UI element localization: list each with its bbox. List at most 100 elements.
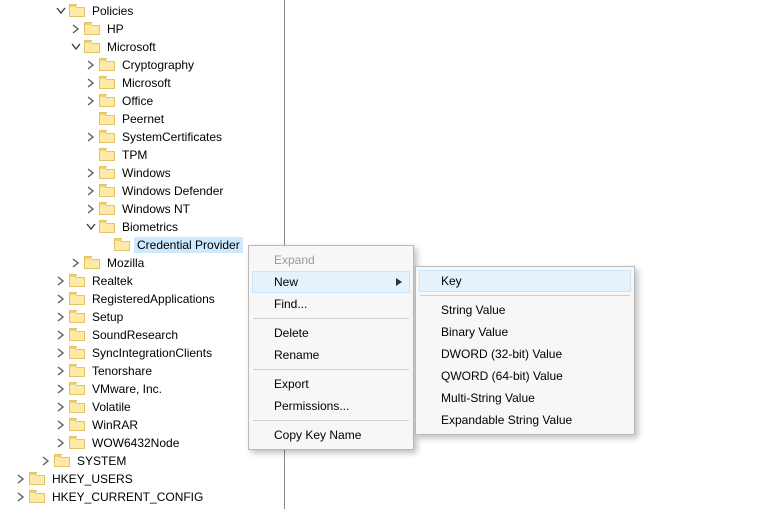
tree-node[interactable]: TPM [0,146,284,164]
tree-node-label[interactable]: Office [119,93,156,109]
menu-delete[interactable]: Delete [252,322,410,344]
tree-node[interactable]: Tenorshare [0,362,284,380]
tree-node-label[interactable]: SyncIntegrationClients [89,345,215,361]
chevron-right-icon[interactable] [55,293,67,305]
tree-node-label[interactable]: SoundResearch [89,327,181,343]
submenu-binary[interactable]: Binary Value [419,321,631,343]
tree-node-label[interactable]: RegisteredApplications [89,291,218,307]
tree-node-label[interactable]: Cryptography [119,57,197,73]
tree-node[interactable]: SystemCertificates [0,128,284,146]
tree-node[interactable]: Windows [0,164,284,182]
tree-node[interactable]: Windows NT [0,200,284,218]
tree-node-label[interactable]: HP [104,21,127,37]
tree-node-label[interactable]: SYSTEM [74,453,129,469]
tree-indent [0,452,40,470]
tree-node-label[interactable]: Microsoft [119,75,174,91]
submenu-expand[interactable]: Expandable String Value [419,409,631,431]
tree-node[interactable]: HKEY_USERS [0,470,284,488]
chevron-right-icon[interactable] [70,23,82,35]
tree-node-label[interactable]: Volatile [89,399,134,415]
menu-rename[interactable]: Rename [252,344,410,366]
tree-node[interactable]: SyncIntegrationClients [0,344,284,362]
tree-node-label[interactable]: Peernet [119,111,167,127]
chevron-right-icon[interactable] [85,203,97,215]
submenu-string[interactable]: String Value [419,299,631,321]
tree-node[interactable]: WOW6432Node [0,434,284,452]
tree-node[interactable]: Office [0,92,284,110]
submenu-dword[interactable]: DWORD (32-bit) Value [419,343,631,365]
chevron-right-icon[interactable] [55,383,67,395]
tree-node-label[interactable]: Windows [119,165,174,181]
tree-node[interactable]: Cryptography [0,56,284,74]
tree-node-label[interactable]: Biometrics [119,219,181,235]
menu-export[interactable]: Export [252,373,410,395]
chevron-right-icon[interactable] [55,365,67,377]
tree-node-label[interactable]: Microsoft [104,39,159,55]
chevron-right-icon[interactable] [55,401,67,413]
tree-node-label[interactable]: WOW6432Node [89,435,182,451]
tree-node[interactable]: Windows Defender [0,182,284,200]
tree-node[interactable]: SYSTEM [0,452,284,470]
menu-find[interactable]: Find... [252,293,410,315]
tree-indent [0,290,55,308]
chevron-right-icon[interactable] [55,329,67,341]
chevron-right-icon[interactable] [55,311,67,323]
chevron-right-icon[interactable] [55,347,67,359]
tree-node[interactable]: Biometrics [0,218,284,236]
chevron-down-icon[interactable] [85,221,97,233]
tree-node[interactable]: Microsoft [0,74,284,92]
tree-node-label[interactable]: Policies [89,3,136,19]
tree-node[interactable]: WinRAR [0,416,284,434]
menu-new[interactable]: New [252,271,410,293]
submenu-qword[interactable]: QWORD (64-bit) Value [419,365,631,387]
chevron-right-icon[interactable] [15,473,27,485]
tree-node[interactable]: HKEY_CURRENT_CONFIG [0,488,284,506]
chevron-right-icon[interactable] [85,131,97,143]
tree-node[interactable]: SoundResearch [0,326,284,344]
chevron-right-icon[interactable] [15,491,27,503]
tree-node-label[interactable]: WinRAR [89,417,141,433]
chevron-right-icon[interactable] [85,167,97,179]
tree-node-label[interactable]: VMware, Inc. [89,381,165,397]
tree-node-label[interactable]: Windows Defender [119,183,226,199]
tree-node-label[interactable]: Mozilla [104,255,147,271]
menu-permissions[interactable]: Permissions... [252,395,410,417]
submenu-multi[interactable]: Multi-String Value [419,387,631,409]
tree-node[interactable]: VMware, Inc. [0,380,284,398]
tree-node[interactable]: Volatile [0,398,284,416]
tree-node[interactable]: Credential Provider [0,236,284,254]
tree-node[interactable]: Peernet [0,110,284,128]
registry-tree[interactable]: Policies HP Microsoft Cryptography Microsoft… [0,0,285,509]
tree-indent [0,92,85,110]
chevron-down-icon[interactable] [70,41,82,53]
tree-node-label[interactable]: HKEY_USERS [49,471,136,487]
menu-copy-key-name[interactable]: Copy Key Name [252,424,410,446]
chevron-right-icon[interactable] [55,437,67,449]
tree-node-label[interactable]: SystemCertificates [119,129,225,145]
chevron-right-icon[interactable] [55,275,67,287]
tree-node-label[interactable]: Credential Provider [134,237,243,253]
tree-node-label[interactable]: Windows NT [119,201,193,217]
tree-node-label[interactable]: Tenorshare [89,363,155,379]
tree-indent [0,488,15,506]
tree-node-label[interactable]: HKEY_CURRENT_CONFIG [49,489,206,505]
tree-node-label[interactable]: Realtek [89,273,136,289]
chevron-right-icon[interactable] [85,185,97,197]
submenu-key[interactable]: Key [419,270,631,292]
tree-node[interactable]: Setup [0,308,284,326]
chevron-right-icon[interactable] [85,95,97,107]
tree-node[interactable]: RegisteredApplications [0,290,284,308]
tree-node-label[interactable]: TPM [119,147,150,163]
tree-node[interactable]: Policies [0,2,284,20]
chevron-right-icon[interactable] [40,455,52,467]
chevron-right-icon[interactable] [85,77,97,89]
chevron-right-icon[interactable] [55,419,67,431]
chevron-down-icon[interactable] [55,5,67,17]
tree-node-label[interactable]: Setup [89,309,126,325]
chevron-right-icon[interactable] [70,257,82,269]
tree-node[interactable]: Microsoft [0,38,284,56]
tree-node[interactable]: HP [0,20,284,38]
tree-node[interactable]: Mozilla [0,254,284,272]
tree-node[interactable]: Realtek [0,272,284,290]
chevron-right-icon[interactable] [85,59,97,71]
